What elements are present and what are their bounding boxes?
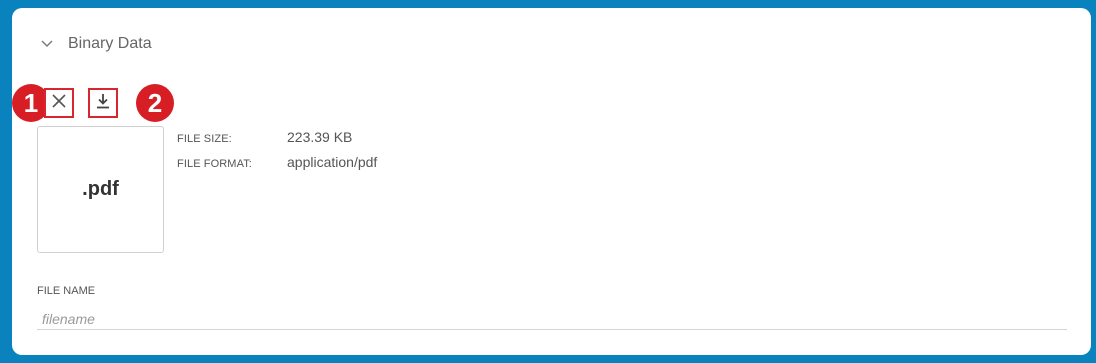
close-icon <box>52 93 66 113</box>
file-thumbnail: .pdf <box>37 126 164 253</box>
chevron-down-icon <box>40 37 54 51</box>
download-file-button[interactable] <box>88 88 118 118</box>
file-name-input[interactable] <box>37 308 1067 330</box>
download-icon <box>96 93 110 114</box>
file-format-value: application/pdf <box>287 154 378 170</box>
file-name-label: FILE NAME <box>37 285 96 297</box>
section-toggle[interactable]: Binary Data <box>40 32 152 56</box>
callout-badge-2: 2 <box>136 84 174 122</box>
file-format-label: FILE FORMAT: <box>177 158 252 170</box>
file-size-label: FILE SIZE: <box>177 133 232 145</box>
remove-file-button[interactable] <box>44 88 74 118</box>
binary-data-panel: Binary Data 1 2 .pdf FILE SIZE: 223.39 K… <box>12 8 1091 355</box>
section-title: Binary Data <box>68 35 152 52</box>
file-extension-label: .pdf <box>82 178 119 200</box>
file-size-value: 223.39 KB <box>287 129 353 145</box>
